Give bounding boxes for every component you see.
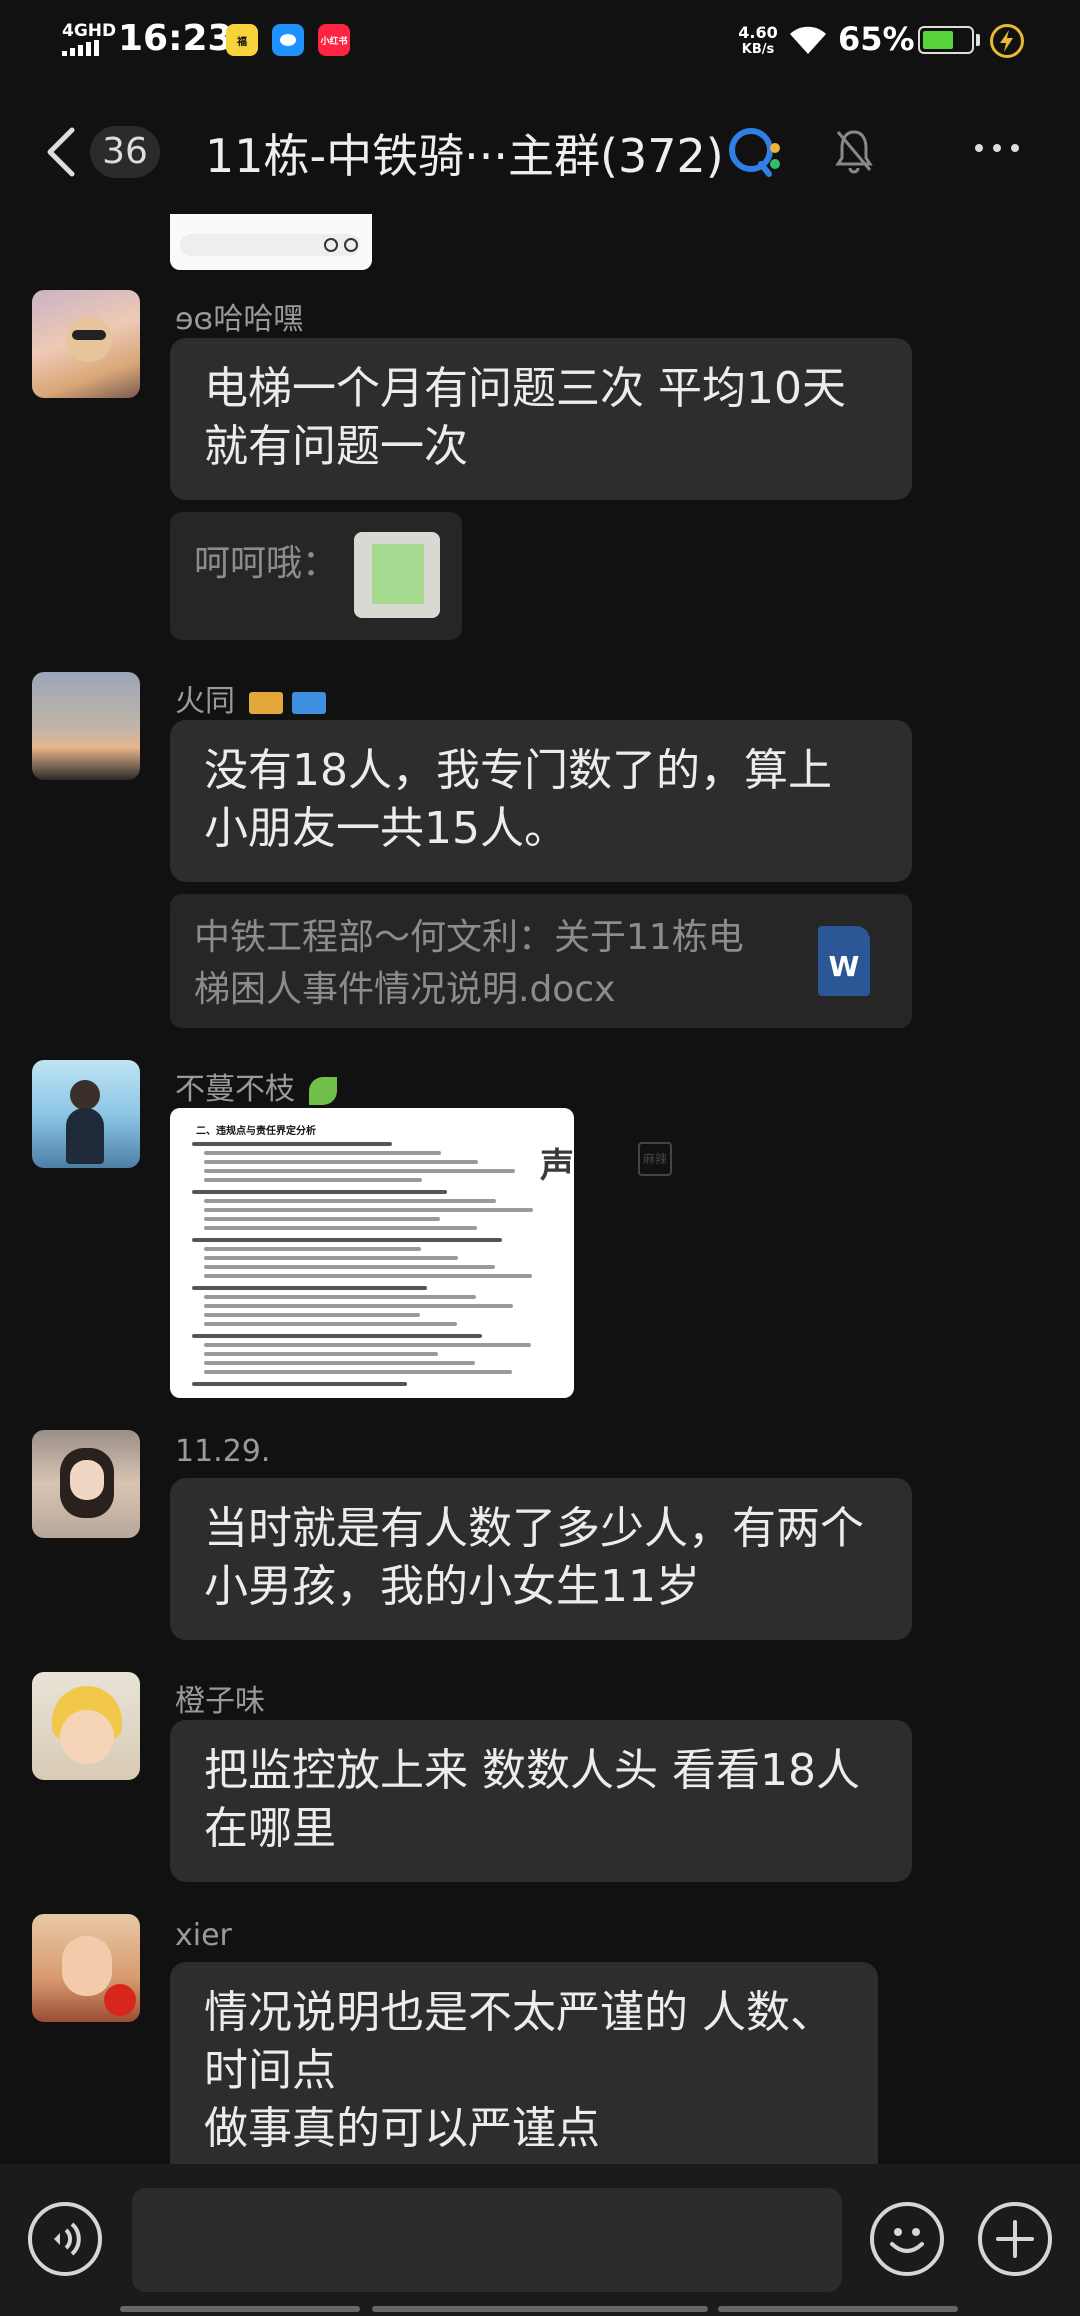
clock: 16:23 xyxy=(118,18,233,59)
text-bubble[interactable]: 没有18人，我专门数了的，算上 小朋友一共15人。 xyxy=(170,720,912,882)
nav-gesture-bar xyxy=(718,2306,958,2312)
badge-icon xyxy=(248,691,283,714)
notification-app-icon: 小红书 xyxy=(318,24,350,56)
sender-name: 11.29. xyxy=(175,1434,271,1469)
battery-percent: 65% xyxy=(838,20,915,58)
document-text-line xyxy=(204,1361,475,1365)
quote-reply[interactable]: 呵呵哦： xyxy=(170,512,462,640)
plus-icon xyxy=(996,2220,1034,2258)
document-text-line xyxy=(204,1199,496,1203)
quote-reply[interactable]: 中铁工程部～何文利：关于11栋电 梯困人事件情况说明.docx W xyxy=(170,894,912,1028)
signal-icon xyxy=(62,40,99,56)
wifi-icon xyxy=(790,26,826,54)
document-text-line xyxy=(204,1370,512,1374)
message-input[interactable] xyxy=(132,2188,842,2292)
nav-gesture-bar xyxy=(372,2306,708,2312)
avatar[interactable] xyxy=(32,1430,140,1538)
chat-header: 36 11栋-中铁骑···主群(372) xyxy=(0,84,1080,214)
text-bubble[interactable]: 把监控放上来 数数人头 看看18人 在哪里 xyxy=(170,1720,912,1882)
notification-app-icon xyxy=(272,24,304,56)
watermark-icon: 声 xyxy=(540,1146,574,1186)
quote-text: 呵呵哦： xyxy=(194,543,339,584)
voice-input-button[interactable] xyxy=(28,2202,102,2276)
back-arrow-icon[interactable] xyxy=(40,124,90,180)
document-text-line xyxy=(204,1304,513,1308)
watermark-stamp: 麻辣 xyxy=(638,1142,672,1176)
word-doc-icon: W xyxy=(818,926,870,996)
document-text-line xyxy=(192,1286,427,1290)
network-type: 4GHD xyxy=(62,21,117,41)
quote-thumbnail[interactable] xyxy=(354,532,440,618)
charging-icon xyxy=(990,24,1024,58)
sender-name: ɘɞ哈哈嘿 xyxy=(175,302,304,337)
smile-icon xyxy=(890,2228,924,2253)
document-text-line xyxy=(204,1352,438,1356)
document-text-line xyxy=(204,1322,457,1326)
nav-gesture-bar xyxy=(120,2306,360,2312)
document-text-line xyxy=(204,1151,441,1155)
battery-icon xyxy=(918,26,974,54)
document-text-line xyxy=(204,1274,532,1278)
document-text-line xyxy=(192,1142,392,1146)
document-text-line xyxy=(192,1382,407,1386)
avatar[interactable] xyxy=(32,290,140,398)
input-bar xyxy=(0,2164,1080,2316)
document-text-line xyxy=(204,1247,421,1251)
voice-icon xyxy=(54,2222,81,2256)
sender-name: 火同 xyxy=(175,676,327,720)
document-text-line xyxy=(204,1265,495,1269)
leaf-icon xyxy=(308,1076,337,1105)
group-title[interactable]: 11栋-中铁骑···主群(372) xyxy=(205,120,724,186)
document-text-line xyxy=(204,1256,458,1260)
badge-icon xyxy=(292,691,327,714)
image-message[interactable]: 二、违规点与责任界定分析 xyxy=(170,1108,574,1398)
emoji-button[interactable] xyxy=(870,2202,944,2276)
document-text-line xyxy=(204,1169,515,1173)
document-heading: 二、违规点与责任界定分析 xyxy=(196,1126,316,1137)
document-text-line xyxy=(204,1160,478,1164)
document-text-line xyxy=(192,1334,482,1338)
image-message[interactable] xyxy=(170,214,372,270)
group-type-icon xyxy=(729,128,780,177)
status-bar: 4GHD 16:23 福 小红书 4.60 KB/s 65% xyxy=(0,0,1080,84)
document-text-line xyxy=(204,1343,531,1347)
document-text-line xyxy=(204,1217,440,1221)
unread-count-badge[interactable]: 36 xyxy=(90,126,160,178)
document-text-line xyxy=(204,1295,476,1299)
avatar[interactable] xyxy=(32,1060,140,1168)
net-speed: 4.60 KB/s xyxy=(738,23,778,57)
avatar[interactable] xyxy=(32,1672,140,1780)
avatar[interactable] xyxy=(32,672,140,780)
document-text-line xyxy=(204,1226,477,1230)
sender-name: 橙子味 xyxy=(175,1684,265,1719)
document-text-line xyxy=(204,1178,422,1182)
text-bubble[interactable]: 电梯一个月有问题三次 平均10天 就有问题一次 xyxy=(170,338,912,500)
document-text-line xyxy=(204,1208,533,1212)
text-bubble[interactable]: 情况说明也是不太严谨的 人数、 时间点 做事真的可以严谨点 xyxy=(170,1962,878,2164)
document-text-line xyxy=(192,1190,447,1194)
message-list[interactable]: ɘɞ哈哈嘿 电梯一个月有问题三次 平均10天 就有问题一次 呵呵哦： 火同 没有… xyxy=(0,214,1080,2164)
avatar[interactable] xyxy=(32,1914,140,2022)
notification-app-icon: 福 xyxy=(226,24,258,56)
more-options-icon[interactable] xyxy=(975,144,1019,152)
document-text-line xyxy=(204,1313,420,1317)
sender-name: xier xyxy=(175,1918,232,1953)
text-bubble[interactable]: 当时就是有人数了多少人，有两个 小男孩，我的小女生11岁 xyxy=(170,1478,912,1640)
document-text-line xyxy=(192,1238,502,1242)
mute-bell-icon[interactable] xyxy=(832,126,876,176)
sender-name: 不蔓不枝 xyxy=(175,1064,337,1108)
more-actions-button[interactable] xyxy=(978,2202,1052,2276)
